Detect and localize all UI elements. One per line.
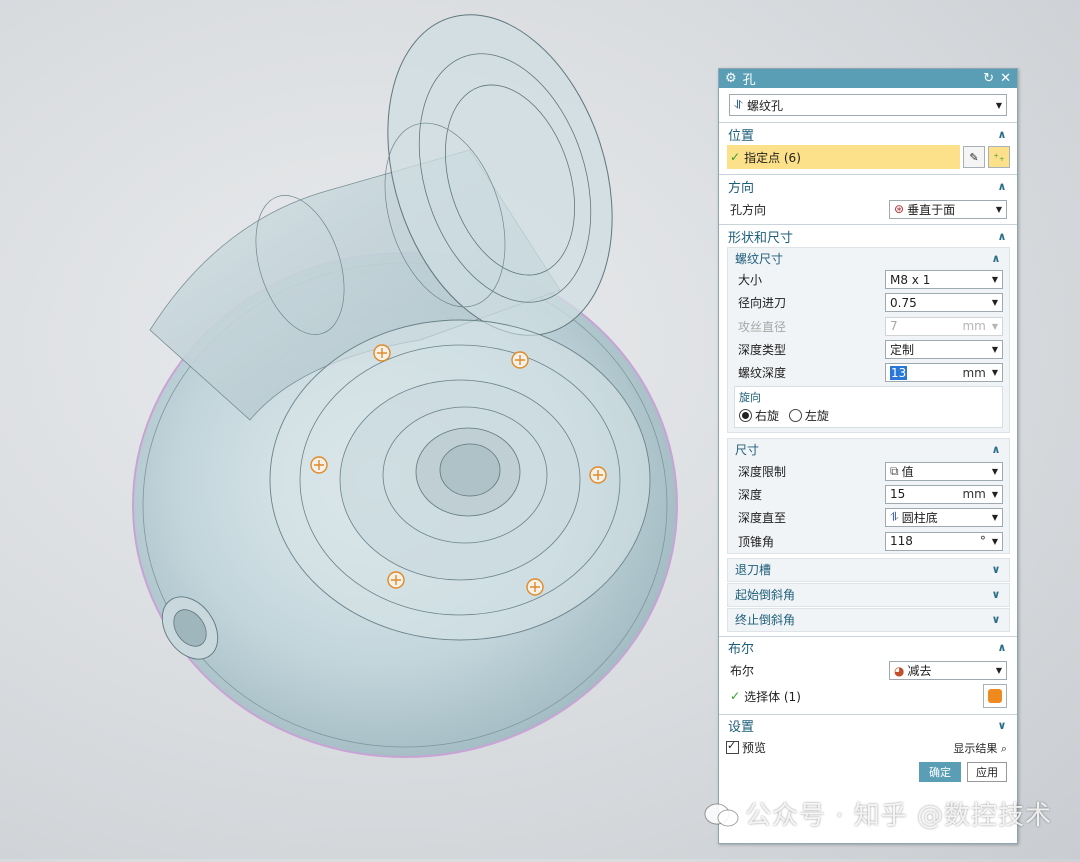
cylinder-bottom-icon: ⥮ — [890, 510, 899, 525]
shape-header[interactable]: 形状和尺寸 ∧ — [719, 225, 1017, 247]
chevron-up-icon: ∧ — [997, 179, 1007, 193]
reset-icon[interactable]: ↻ — [983, 71, 994, 86]
show-result-button[interactable]: 显示结果 ⌕ — [953, 740, 1007, 756]
left-hand-radio[interactable]: 左旋 — [788, 409, 829, 423]
ok-button[interactable]: 确定 — [919, 761, 961, 782]
specify-points-selector[interactable]: ✓ 指定点 (6) — [727, 145, 960, 169]
relief-header[interactable]: 退刀槽 ∨ — [727, 557, 1010, 582]
normal-to-face-icon: ⊛ — [894, 202, 905, 216]
chevron-down-icon: ▼ — [991, 466, 998, 476]
settings-header[interactable]: 设置 ∨ — [719, 715, 1017, 737]
right-hand-radio[interactable]: 右旋 — [739, 409, 779, 423]
chevron-down-icon: ∨ — [997, 719, 1007, 733]
dialog-titlebar: ⚙ 孔 ↻ ✕ — [719, 69, 1017, 88]
solid-body-icon — [988, 689, 1002, 704]
chevron-down-icon: ▼ — [991, 298, 998, 308]
hole-dialog: ⚙ 孔 ↻ ✕ ⥯ 螺纹孔 ▼ 位置 ∧ ✓ 指定点 (6) ✎ ⁺₊ 方向 ∧ — [718, 68, 1018, 844]
position-header[interactable]: 位置 ∧ — [719, 123, 1017, 145]
shape-section: 形状和尺寸 ∧ 螺纹尺寸 ∧ 大小 M8 x 1 ▼ 径向进刀 0.75 ▼ 攻… — [719, 225, 1017, 637]
boolean-dropdown[interactable]: ◕ 减去 ▼ — [889, 661, 1007, 681]
close-icon[interactable]: ✕ — [1000, 71, 1011, 86]
direction-header[interactable]: 方向 ∧ — [719, 175, 1017, 197]
boolean-section: 布尔 ∧ 布尔 ◕ 减去 ▼ ✓ 选择体 (1) — [719, 636, 1017, 715]
value-icon: ⧉ — [890, 463, 899, 478]
pump-housing-model — [132, 14, 678, 758]
depth-to-dropdown[interactable]: ⥮ 圆柱底 ▼ — [885, 508, 1003, 528]
subtract-icon: ◕ — [894, 663, 905, 678]
depth-type-dropdown[interactable]: 定制 ▼ — [885, 340, 1003, 360]
chevron-down-icon: ▼ — [991, 513, 998, 523]
depth-limit-dropdown[interactable]: ⧉ 值 ▼ — [885, 461, 1003, 481]
point-dialog-icon[interactable]: ⁺₊ — [988, 146, 1010, 168]
chevron-up-icon: ∧ — [991, 442, 1001, 456]
wechat-icon — [703, 802, 741, 828]
position-section: 位置 ∧ ✓ 指定点 (6) ✎ ⁺₊ — [719, 123, 1017, 175]
chevron-down-icon: ▼ — [991, 321, 998, 331]
thread-depth-input[interactable]: 13 mm ▼ — [885, 363, 1003, 383]
boolean-header[interactable]: 布尔 ∧ — [719, 637, 1017, 659]
check-icon: ✓ — [730, 689, 741, 704]
threaded-hole-icon: ⥯ — [734, 97, 743, 112]
start-chamfer-header[interactable]: 起始倒斜角 ∨ — [727, 582, 1010, 607]
end-chamfer-header[interactable]: 终止倒斜角 ∨ — [727, 607, 1010, 632]
gear-icon[interactable]: ⚙ — [725, 71, 737, 86]
chevron-down-icon: ▼ — [991, 489, 998, 499]
chevron-down-icon: ∨ — [991, 588, 1001, 602]
thread-size-dropdown[interactable]: M8 x 1 ▼ — [885, 270, 1003, 290]
hole-direction-dropdown[interactable]: ⊛ 垂直于面 ▼ — [889, 199, 1007, 219]
select-body-label: 选择体 (1) — [744, 689, 801, 704]
dimensions-header[interactable]: 尺寸 ∧ — [728, 439, 1009, 459]
chevron-down-icon: ▼ — [991, 368, 998, 378]
chevron-down-icon: ∨ — [991, 613, 1001, 627]
radial-engage-dropdown[interactable]: 0.75 ▼ — [885, 293, 1003, 313]
watermark: 公众号 · 知乎 @数控技术 — [703, 795, 1052, 832]
chevron-up-icon: ∧ — [991, 251, 1001, 265]
magnifier-icon: ⌕ — [1000, 741, 1007, 755]
thread-size-header[interactable]: 螺纹尺寸 ∧ — [728, 248, 1009, 268]
dialog-title: 孔 — [742, 73, 756, 88]
chevron-down-icon: ▼ — [991, 536, 998, 546]
chevron-up-icon: ∧ — [997, 127, 1007, 141]
tip-angle-input[interactable]: 118 ° ▼ — [885, 531, 1003, 551]
chevron-down-icon: ▼ — [995, 204, 1002, 214]
select-body-button[interactable] — [983, 684, 1007, 709]
sketch-icon[interactable]: ✎ — [963, 146, 985, 168]
dimensions-subsection: 尺寸 ∧ 深度限制 ⧉ 值 ▼ 深度 15 mm ▼ 深度直至 ⥮ 圆柱底 ▼ … — [727, 438, 1010, 554]
chevron-up-icon: ∧ — [997, 229, 1007, 243]
chevron-down-icon: ▼ — [991, 275, 998, 285]
chevron-down-icon: ▼ — [995, 100, 1002, 110]
handedness-group: 旋向 右旋 左旋 — [734, 386, 1003, 429]
settings-section: 设置 ∨ 预览 显示结果 ⌕ 确定 应用 — [719, 714, 1017, 785]
tap-drill-diameter-field: 7 mm ▼ — [885, 316, 1003, 336]
hole-type-dropdown[interactable]: ⥯ 螺纹孔 ▼ — [729, 94, 1007, 116]
direction-section: 方向 ∧ 孔方向 ⊛ 垂直于面 ▼ — [719, 175, 1017, 225]
chevron-down-icon: ▼ — [995, 666, 1002, 676]
chevron-down-icon: ▼ — [991, 345, 998, 355]
check-icon: ✓ — [730, 150, 741, 164]
chevron-up-icon: ∧ — [997, 641, 1007, 655]
thread-size-subsection: 螺纹尺寸 ∧ 大小 M8 x 1 ▼ 径向进刀 0.75 ▼ 攻丝直径 7 mm… — [727, 247, 1010, 434]
chevron-down-icon: ∨ — [991, 563, 1001, 577]
hole-direction-label: 孔方向 — [730, 202, 767, 217]
depth-input[interactable]: 15 mm ▼ — [885, 484, 1003, 504]
graphics-viewport[interactable] — [0, 0, 715, 859]
preview-checkbox[interactable]: 预览 — [726, 739, 766, 756]
apply-button[interactable]: 应用 — [967, 761, 1007, 782]
